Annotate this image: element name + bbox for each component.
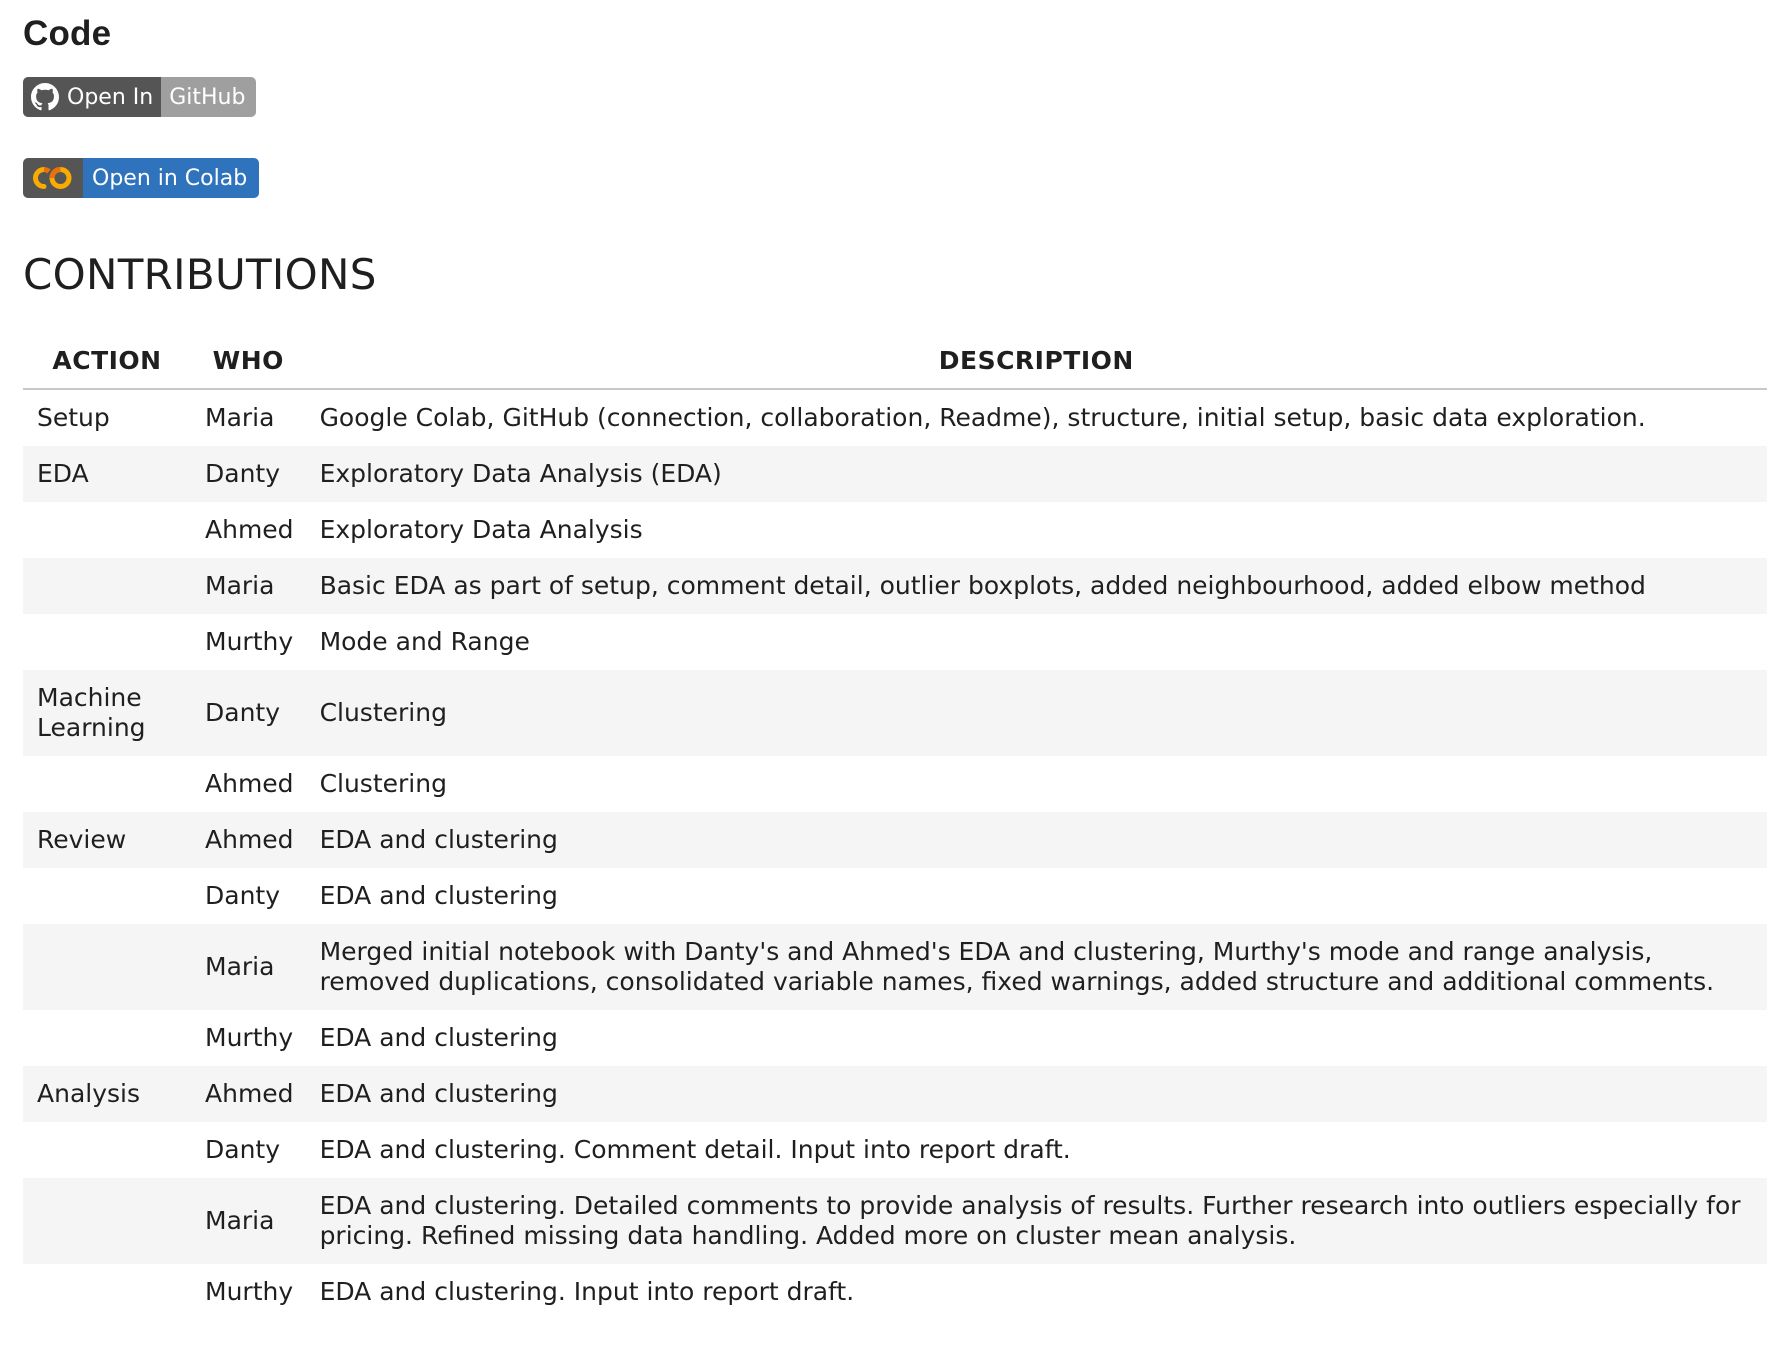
- github-icon: [31, 83, 59, 111]
- cell-who: Danty: [191, 446, 306, 502]
- table-row: Maria EDA and clustering. Detailed comme…: [23, 1178, 1767, 1264]
- table-row: Murthy EDA and clustering. Input into re…: [23, 1264, 1767, 1320]
- table-row: Machine Learning Danty Clustering: [23, 670, 1767, 756]
- cell-who: Ahmed: [205, 515, 294, 544]
- table-row: Ahmed Clustering: [23, 756, 1767, 812]
- cell-description: Exploratory Data Analysis (EDA): [305, 446, 1767, 502]
- badge-left-segment: Open In: [23, 77, 162, 117]
- cell-description: Mode and Range: [319, 627, 530, 656]
- cell-description: EDA and clustering: [319, 1023, 558, 1052]
- cell-description: EDA and clustering: [319, 881, 558, 910]
- cell-description: Exploratory Data Analysis: [319, 515, 643, 544]
- table-row: Maria Basic EDA as part of setup, commen…: [23, 558, 1767, 614]
- cell-who: Danty: [205, 1135, 281, 1164]
- cell-description: EDA and clustering: [305, 1066, 1767, 1122]
- cell-description: Merged initial notebook with Danty's and…: [305, 924, 1767, 1010]
- cell-description: EDA and clustering: [305, 812, 1767, 868]
- badge-github-label: GitHub: [161, 77, 257, 117]
- cell-action: [23, 502, 191, 558]
- cell-who: Ahmed: [191, 1066, 306, 1122]
- table-row: Murthy EDA and clustering: [23, 1010, 1767, 1066]
- table-row: Setup Maria Google Colab, GitHub (connec…: [23, 389, 1767, 446]
- cell-who: Maria: [191, 558, 306, 614]
- contributions-table: ACTION WHO DESCRIPTION Setup Maria Googl…: [23, 332, 1767, 1320]
- cell-who: Ahmed: [191, 812, 306, 868]
- cell-who: Maria: [191, 924, 306, 1010]
- cell-description: EDA and clustering. Comment detail. Inpu…: [319, 1135, 1071, 1164]
- header-who: WHO: [191, 332, 306, 390]
- table-header-row: ACTION WHO DESCRIPTION: [23, 332, 1767, 390]
- table-row: Review Ahmed EDA and clustering: [23, 812, 1767, 868]
- open-in-github-badge[interactable]: Open In GitHub: [23, 77, 257, 117]
- cell-action: [23, 1178, 191, 1264]
- cell-action: [23, 558, 191, 614]
- header-description: DESCRIPTION: [305, 332, 1767, 390]
- cell-who: Ahmed: [205, 769, 294, 798]
- cell-who: Danty: [205, 881, 281, 910]
- code-heading: Code: [23, 14, 112, 53]
- cell-action: Setup: [37, 403, 110, 432]
- cell-action: [23, 756, 191, 812]
- cell-action: [23, 1010, 191, 1066]
- badge-open-in-label: Open In: [67, 84, 154, 110]
- badge-colab-label: Open in Colab: [83, 158, 260, 198]
- readme-page: Code Open In GitHub Open in Colab CONTRI…: [0, 0, 1782, 1320]
- cell-description: Basic EDA as part of setup, comment deta…: [305, 558, 1767, 614]
- cell-who: Danty: [191, 670, 306, 756]
- contributions-title: CONTRIBUTIONS: [23, 250, 377, 299]
- cell-who: Murthy: [205, 1023, 294, 1052]
- table-row: Murthy Mode and Range: [23, 614, 1767, 670]
- cell-action: [23, 868, 191, 924]
- cell-action: Analysis: [23, 1066, 191, 1122]
- colab-icon: [33, 167, 72, 189]
- table-row: Ahmed Exploratory Data Analysis: [23, 502, 1767, 558]
- cell-description: Clustering: [305, 670, 1767, 756]
- cell-description: Google Colab, GitHub (connection, collab…: [319, 403, 1646, 432]
- cell-description: Clustering: [319, 769, 447, 798]
- cell-action: [23, 1264, 191, 1320]
- cell-who: Murthy: [205, 627, 294, 656]
- table-row: Danty EDA and clustering: [23, 868, 1767, 924]
- cell-action: Machine Learning: [23, 670, 191, 756]
- table-row: Maria Merged initial notebook with Danty…: [23, 924, 1767, 1010]
- cell-who: Maria: [191, 1178, 306, 1264]
- cell-action: Review: [23, 812, 191, 868]
- cell-who: Murthy: [205, 1277, 294, 1306]
- cell-action: [23, 924, 191, 1010]
- cell-action: EDA: [23, 446, 191, 502]
- cell-who: Maria: [205, 403, 275, 432]
- cell-description: EDA and clustering. Detailed comments to…: [305, 1178, 1767, 1264]
- table-row: EDA Danty Exploratory Data Analysis (EDA…: [23, 446, 1767, 502]
- header-action: ACTION: [23, 332, 191, 390]
- cell-action: [23, 1122, 191, 1178]
- table-row: Danty EDA and clustering. Comment detail…: [23, 1122, 1767, 1178]
- cell-description: EDA and clustering. Input into report dr…: [319, 1277, 855, 1306]
- open-in-colab-badge[interactable]: Open in Colab: [23, 158, 260, 198]
- cell-action: [23, 614, 191, 670]
- badge-left-segment: [23, 158, 83, 198]
- table-row: Analysis Ahmed EDA and clustering: [23, 1066, 1767, 1122]
